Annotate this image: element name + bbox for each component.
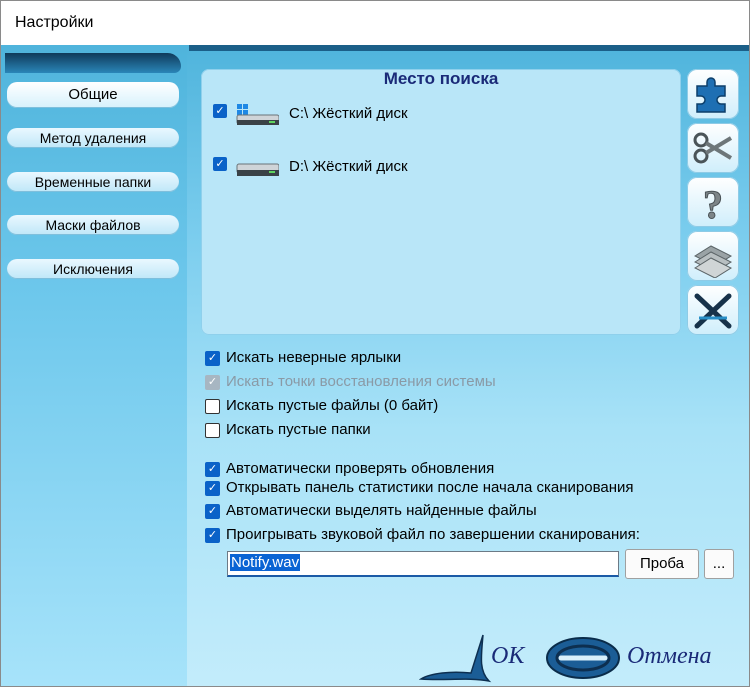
delete-x-icon <box>694 293 732 329</box>
search-location-title: Место поиска <box>383 69 499 88</box>
checkbox-checked[interactable]: ✓ <box>205 527 220 543</box>
footer-buttons: OK Отмена <box>419 625 749 685</box>
option-play-sound[interactable]: ✓ Проигрывать звуковой файл по завершении… <box>205 526 640 546</box>
drive-windows-icon <box>236 104 279 125</box>
option-empty-files[interactable]: Искать пустые файлы (0 байт) <box>205 397 438 417</box>
option-broken-shortcuts[interactable]: ✓ Искать неверные ярлыки <box>205 349 401 369</box>
sidebar-top-bar <box>5 53 181 73</box>
tool-strip: ? <box>687 69 739 339</box>
option-auto-updates[interactable]: ✓ Автоматически проверять обновления <box>205 460 494 480</box>
sidebar-item-file-masks[interactable]: Маски файлов <box>7 215 179 235</box>
option-restore-points: ✓ Искать точки восстановления системы <box>205 373 496 393</box>
checkbox-checked[interactable]: ✓ <box>205 350 220 366</box>
folders-icon <box>693 245 733 278</box>
sidebar-item-delete-method[interactable]: Метод удаления <box>7 128 179 148</box>
cancel-button[interactable]: Отмена <box>627 643 712 670</box>
checkbox-checked[interactable]: ✓ <box>205 480 220 496</box>
svg-text:?: ? <box>703 182 723 224</box>
sound-file-row: Notify.wav Проба ... <box>227 549 747 579</box>
checkbox-unchecked[interactable] <box>205 398 220 414</box>
sidebar-item-temp-folders[interactable]: Временные папки <box>7 172 179 192</box>
checkbox-disabled: ✓ <box>205 374 220 390</box>
sound-file-input[interactable]: Notify.wav <box>227 551 619 577</box>
window-title: Настройки <box>15 14 94 31</box>
scissors-icon <box>693 132 733 164</box>
drive-c-label: C:\ Жёсткий диск <box>289 105 408 122</box>
drive-icon <box>236 163 279 176</box>
scissors-button[interactable] <box>687 123 739 173</box>
general-panel: Место поиска ✓ C:\ Жёсткий диск ✓ D:\ Жё… <box>187 45 749 686</box>
folders-button[interactable] <box>687 231 739 281</box>
ok-button[interactable]: OK <box>491 643 524 670</box>
browse-button[interactable]: ... <box>704 549 734 579</box>
search-location-box: Место поиска ✓ C:\ Жёсткий диск ✓ D:\ Жё… <box>201 69 681 335</box>
sidebar-item-general[interactable]: Общие <box>7 82 179 108</box>
test-sound-button[interactable]: Проба <box>625 549 699 579</box>
drive-d-checkbox[interactable]: ✓ <box>213 156 227 171</box>
settings-window: Настройки Общие Метод удаления Временные… <box>0 0 750 687</box>
ok-checkmark-icon[interactable] <box>419 633 499 685</box>
checkbox-unchecked[interactable] <box>205 422 220 438</box>
checkbox-checked[interactable]: ✓ <box>205 461 220 477</box>
option-empty-folders[interactable]: Искать пустые папки <box>205 421 371 441</box>
help-button[interactable]: ? <box>687 177 739 227</box>
sidebar: Общие Метод удаления Временные папки Мас… <box>1 45 187 686</box>
question-icon: ? <box>703 182 724 225</box>
client-area: Общие Метод удаления Временные папки Мас… <box>1 45 749 686</box>
drive-c-checkbox[interactable]: ✓ <box>213 103 227 118</box>
option-auto-select[interactable]: ✓ Автоматически выделять найденные файлы <box>205 502 537 522</box>
panel-top-bar <box>189 45 749 51</box>
drive-row-d[interactable]: ✓ D:\ Жёсткий диск <box>213 155 408 181</box>
drive-d-label: D:\ Жёсткий диск <box>289 158 408 175</box>
delete-button[interactable] <box>687 285 739 335</box>
sidebar-item-exclusions[interactable]: Исключения <box>7 259 179 279</box>
drive-row-c[interactable]: ✓ C:\ Жёсткий диск <box>213 102 408 128</box>
checkbox-checked[interactable]: ✓ <box>205 503 220 519</box>
option-open-stats[interactable]: ✓ Открывать панель статистики после начал… <box>205 479 634 499</box>
puzzle-icon <box>696 77 726 113</box>
cancel-icon[interactable] <box>543 635 623 681</box>
title-bar: Настройки <box>1 1 749 45</box>
puzzle-button[interactable] <box>687 69 739 119</box>
